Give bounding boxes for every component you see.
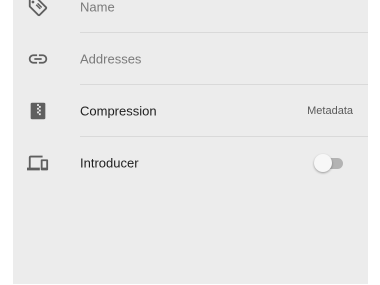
name-row[interactable]: Name	[13, 0, 368, 33]
settings-panel: Name Addresses Compression Metadata Intr…	[13, 0, 368, 284]
name-field-label: Name	[80, 0, 115, 15]
compression-label: Compression	[80, 103, 157, 119]
compression-row[interactable]: Compression Metadata	[13, 85, 368, 137]
introducer-label: Introducer	[80, 155, 139, 171]
zip-file-icon	[25, 98, 51, 124]
toggle-thumb[interactable]	[314, 154, 332, 172]
link-icon	[25, 46, 51, 72]
introducer-toggle[interactable]	[314, 154, 344, 172]
addresses-field-label: Addresses	[80, 51, 142, 67]
devices-icon	[25, 150, 51, 176]
addresses-row[interactable]: Addresses	[13, 33, 368, 85]
tag-icon	[25, 0, 51, 20]
introducer-row[interactable]: Introducer	[13, 137, 368, 189]
compression-value: Metadata	[307, 105, 353, 117]
